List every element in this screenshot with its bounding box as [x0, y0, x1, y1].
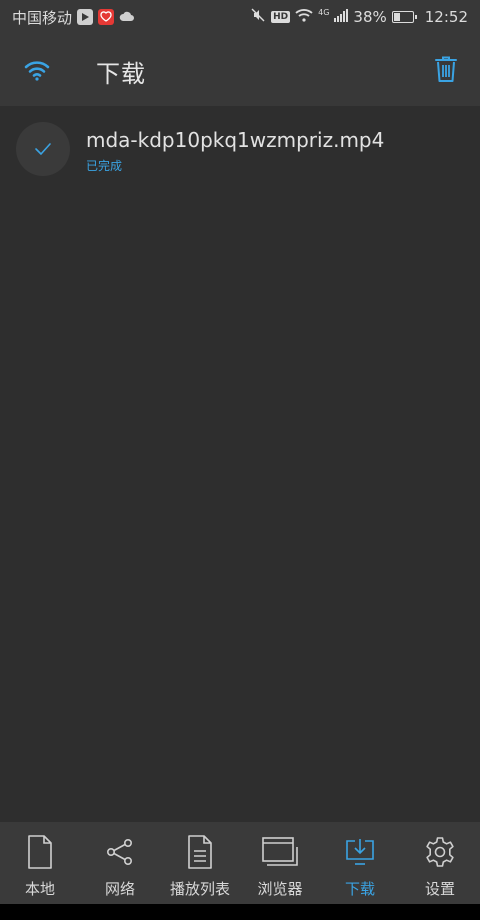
download-status: 已完成 — [86, 159, 123, 173]
playlist-icon — [182, 834, 218, 870]
nav-item-settings[interactable]: 设置 — [400, 822, 480, 904]
nav-label: 浏览器 — [257, 880, 303, 898]
mute-icon — [250, 7, 266, 27]
bottom-nav: 本地 网络 播放列表 浏览器 下载 设置 — [0, 822, 480, 904]
nav-label: 网络 — [104, 880, 135, 898]
play-store-icon — [77, 9, 94, 25]
nav-item-network[interactable]: 网络 — [80, 822, 160, 904]
trash-icon[interactable] — [432, 54, 460, 84]
nav-label: 下载 — [344, 880, 375, 898]
nav-label: 播放列表 — [169, 880, 230, 898]
battery-icon — [391, 11, 417, 23]
file-icon — [22, 834, 58, 870]
cloud-icon — [119, 8, 135, 26]
page-title: 下载 — [96, 60, 146, 88]
nav-item-playlist[interactable]: 播放列表 — [160, 822, 240, 904]
browser-icon — [262, 834, 298, 870]
battery-level-fill — [393, 13, 400, 21]
share-icon — [102, 834, 138, 870]
app-header: 下载 — [0, 34, 480, 106]
app-notification-icon — [98, 9, 115, 25]
gear-icon — [422, 834, 458, 870]
download-list: mda-kdp10pkq1wzmpriz.mp4 已完成 — [0, 106, 480, 192]
signal-icon — [334, 8, 349, 26]
app-screen: 中国移动 HD 4G 38% 12:52 下载 mda-kdp10pkq1wzm… — [0, 0, 480, 920]
system-navigation-bar — [0, 904, 480, 920]
file-name: mda-kdp10pkq1wzmpriz.mp4 — [86, 128, 385, 152]
completed-check-icon — [16, 122, 70, 176]
wifi-status-icon — [295, 8, 313, 26]
nav-item-local[interactable]: 本地 — [0, 822, 80, 904]
wifi-icon[interactable] — [22, 56, 52, 84]
nav-item-download[interactable]: 下载 — [320, 822, 400, 904]
hd-badge: HD — [271, 11, 291, 23]
list-item[interactable]: mda-kdp10pkq1wzmpriz.mp4 已完成 — [0, 106, 480, 192]
carrier-label: 中国移动 — [12, 8, 73, 27]
status-bar: 中国移动 HD 4G 38% 12:52 — [0, 0, 480, 34]
status-left: 中国移动 — [12, 7, 135, 28]
nav-label: 本地 — [24, 880, 55, 898]
network-type-label: 4G — [318, 7, 330, 17]
status-right: HD 4G 38% 12:52 — [250, 7, 468, 27]
nav-label: 设置 — [424, 880, 455, 898]
nav-item-browser[interactable]: 浏览器 — [240, 822, 320, 904]
clock: 12:52 — [424, 8, 468, 26]
battery-percent: 38% — [353, 8, 387, 26]
download-icon — [342, 834, 378, 870]
